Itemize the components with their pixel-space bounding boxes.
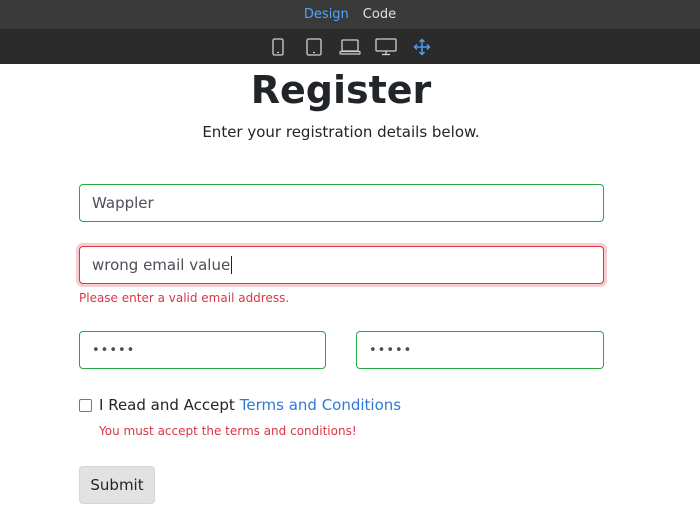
page-subtitle: Enter your registration details below. (202, 123, 480, 141)
laptop-view-button[interactable] (339, 36, 361, 58)
terms-error-message: You must accept the terms and conditions… (99, 424, 357, 438)
laptop-icon (339, 39, 361, 55)
confirm-password-input[interactable]: ••••• (356, 331, 604, 369)
terms-link[interactable]: Terms and Conditions (240, 396, 401, 414)
email-error-message: Please enter a valid email address. (79, 291, 290, 305)
tab-code[interactable]: Code (363, 7, 396, 22)
device-toolbar (0, 30, 700, 64)
email-input-value: wrong email value (92, 256, 231, 274)
password-input-value: ••••• (92, 342, 136, 358)
phone-view-button[interactable] (267, 36, 289, 58)
email-input[interactable]: wrong email value (79, 246, 604, 284)
confirm-password-input-value: ••••• (369, 342, 413, 358)
terms-checkbox[interactable] (79, 398, 92, 412)
phone-icon (272, 38, 284, 56)
terms-row: I Read and Accept Terms and Conditions (79, 396, 401, 414)
tablet-icon (306, 38, 322, 56)
fluid-view-button[interactable] (411, 36, 433, 58)
desktop-icon (375, 38, 397, 56)
tab-design[interactable]: Design (304, 7, 349, 22)
submit-button[interactable]: Submit (79, 466, 155, 504)
desktop-view-button[interactable] (375, 36, 397, 58)
name-input[interactable]: Wappler (79, 184, 604, 222)
terms-label: I Read and Accept (99, 396, 235, 414)
text-caret (231, 256, 233, 274)
view-tabs: Design Code (0, 0, 700, 30)
tablet-view-button[interactable] (303, 36, 325, 58)
name-input-value: Wappler (92, 194, 154, 212)
password-input[interactable]: ••••• (79, 331, 326, 369)
fluid-move-icon (413, 38, 431, 56)
page-title: Register (250, 68, 432, 112)
